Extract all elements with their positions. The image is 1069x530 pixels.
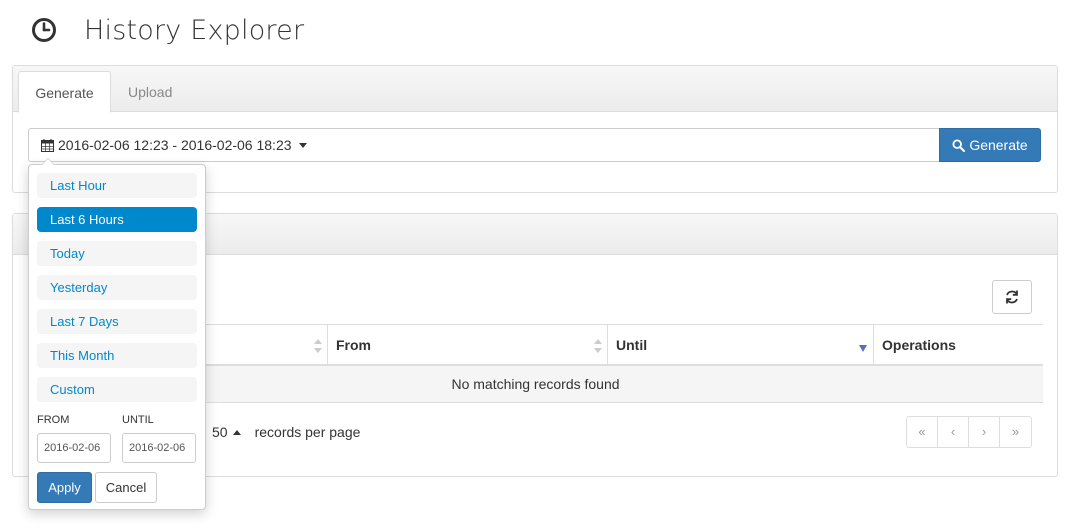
prev-page-button[interactable]: ‹ [938, 417, 969, 447]
caret-up-icon [232, 429, 241, 435]
from-label: FROM [37, 414, 70, 426]
tab-bar: Generate Upload [13, 66, 1057, 113]
next-page-button[interactable]: › [969, 417, 1000, 447]
page-size-selector[interactable]: 50 records per page [212, 424, 360, 440]
until-date-input[interactable]: 2016-02-06 [122, 433, 196, 463]
records-per-page-label: records per page [254, 424, 361, 440]
tab-upload[interactable]: Upload [112, 71, 188, 113]
caret-down-icon [298, 142, 307, 148]
range-last-6-hours[interactable]: Last 6 Hours [37, 207, 197, 232]
column-header-from[interactable]: From [328, 325, 608, 364]
column-header-operations: Operations [882, 337, 956, 353]
until-label: UNTIL [122, 414, 154, 426]
range-today[interactable]: Today [37, 241, 197, 266]
calendar-icon [41, 138, 54, 152]
search-icon [952, 138, 966, 152]
date-range-dropdown: Last Hour Last 6 Hours Today Yesterday L… [28, 158, 206, 510]
page-title: History Explorer [84, 14, 305, 46]
date-range-input[interactable]: 2016-02-06 12:23 - 2016-02-06 18:23 [28, 128, 940, 162]
cancel-button[interactable]: Cancel [95, 472, 157, 503]
refresh-icon [1006, 290, 1018, 304]
from-date-input[interactable]: 2016-02-06 [37, 433, 111, 463]
range-yesterday[interactable]: Yesterday [37, 275, 197, 300]
clock-icon [32, 18, 56, 42]
sort-icon [594, 339, 602, 353]
range-last-hour[interactable]: Last Hour [37, 173, 197, 198]
range-this-month[interactable]: This Month [37, 343, 197, 368]
generate-button-label: Generate [969, 137, 1028, 153]
refresh-button[interactable] [992, 280, 1032, 314]
range-custom[interactable]: Custom [37, 377, 197, 402]
last-page-button[interactable]: » [1000, 417, 1031, 447]
sort-desc-icon [859, 345, 867, 352]
range-last-7-days[interactable]: Last 7 Days [37, 309, 197, 334]
column-header-until[interactable]: Until [608, 325, 874, 364]
first-page-button[interactable]: « [907, 417, 938, 447]
apply-button[interactable]: Apply [37, 472, 92, 503]
page-header: History Explorer [30, 12, 304, 48]
tab-generate[interactable]: Generate [18, 71, 111, 113]
page-size-value: 50 [212, 424, 228, 440]
date-range-value: 2016-02-06 12:23 - 2016-02-06 18:23 [58, 137, 292, 153]
generate-button[interactable]: Generate [939, 128, 1041, 162]
sort-icon [314, 339, 322, 353]
pagination: « ‹ › » [906, 416, 1032, 448]
